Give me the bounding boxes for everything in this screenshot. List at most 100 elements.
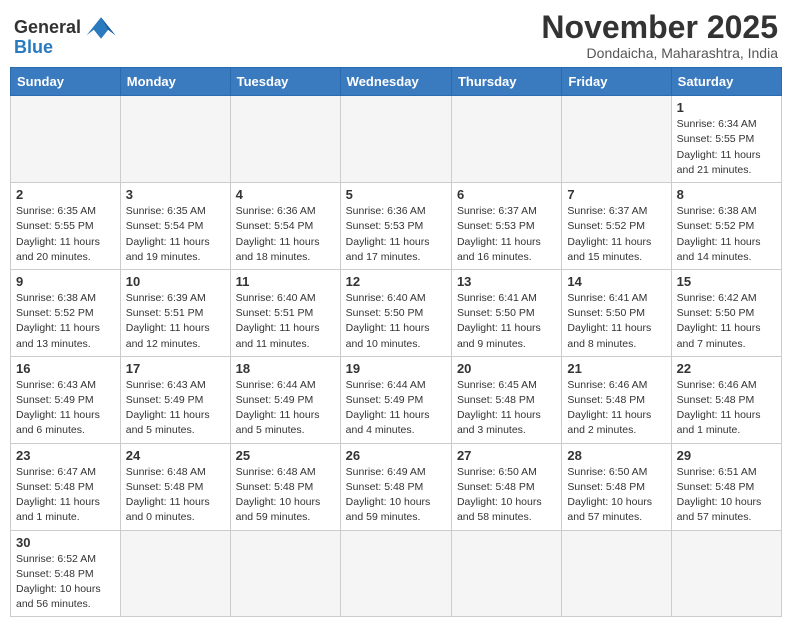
- day-number: 20: [457, 361, 556, 376]
- day-info: Sunrise: 6:36 AM Sunset: 5:54 PM Dayligh…: [236, 204, 335, 265]
- calendar-cell: [451, 530, 561, 617]
- day-number: 2: [16, 187, 115, 202]
- calendar-cell: 9 Sunrise: 6:38 AM Sunset: 5:52 PM Daylig…: [11, 269, 121, 356]
- day-info: Sunrise: 6:50 AM Sunset: 5:48 PM Dayligh…: [567, 465, 665, 526]
- day-info: Sunrise: 6:36 AM Sunset: 5:53 PM Dayligh…: [346, 204, 446, 265]
- day-number: 6: [457, 187, 556, 202]
- logo-bird-icon: [83, 10, 119, 46]
- calendar-cell: [671, 530, 781, 617]
- weekday-header-monday: Monday: [120, 68, 230, 96]
- day-info: Sunrise: 6:47 AM Sunset: 5:48 PM Dayligh…: [16, 465, 115, 526]
- calendar-cell: 12 Sunrise: 6:40 AM Sunset: 5:50 PM Dayli…: [340, 269, 451, 356]
- day-number: 5: [346, 187, 446, 202]
- logo-text: General: [14, 18, 81, 38]
- day-info: Sunrise: 6:44 AM Sunset: 5:49 PM Dayligh…: [346, 378, 446, 439]
- day-info: Sunrise: 6:40 AM Sunset: 5:50 PM Dayligh…: [346, 291, 446, 352]
- day-number: 9: [16, 274, 115, 289]
- day-info: Sunrise: 6:45 AM Sunset: 5:48 PM Dayligh…: [457, 378, 556, 439]
- calendar-cell: [230, 530, 340, 617]
- day-number: 25: [236, 448, 335, 463]
- weekday-header-saturday: Saturday: [671, 68, 781, 96]
- day-number: 16: [16, 361, 115, 376]
- calendar-cell: 23 Sunrise: 6:47 AM Sunset: 5:48 PM Dayli…: [11, 443, 121, 530]
- day-number: 26: [346, 448, 446, 463]
- calendar-cell: 1 Sunrise: 6:34 AM Sunset: 5:55 PM Daylig…: [671, 96, 781, 183]
- day-info: Sunrise: 6:38 AM Sunset: 5:52 PM Dayligh…: [16, 291, 115, 352]
- day-number: 23: [16, 448, 115, 463]
- day-number: 7: [567, 187, 665, 202]
- calendar-cell: [562, 96, 671, 183]
- calendar-cell: [562, 530, 671, 617]
- day-number: 13: [457, 274, 556, 289]
- calendar-cell: 28 Sunrise: 6:50 AM Sunset: 5:48 PM Dayli…: [562, 443, 671, 530]
- day-number: 14: [567, 274, 665, 289]
- weekday-header-thursday: Thursday: [451, 68, 561, 96]
- day-number: 12: [346, 274, 446, 289]
- calendar-cell: [340, 530, 451, 617]
- calendar-cell: 13Sunrise: 6:41 AM Sunset: 5:50 PM Dayli…: [451, 269, 561, 356]
- day-info: Sunrise: 6:43 AM Sunset: 5:49 PM Dayligh…: [126, 378, 225, 439]
- calendar-cell: [120, 96, 230, 183]
- calendar-cell: 6 Sunrise: 6:37 AM Sunset: 5:53 PM Daylig…: [451, 183, 561, 270]
- day-number: 21: [567, 361, 665, 376]
- weekday-header-sunday: Sunday: [11, 68, 121, 96]
- calendar-cell: 15 Sunrise: 6:42 AM Sunset: 5:50 PM Dayli…: [671, 269, 781, 356]
- day-info: Sunrise: 6:48 AM Sunset: 5:48 PM Dayligh…: [236, 465, 335, 526]
- day-info: Sunrise: 6:38 AM Sunset: 5:52 PM Dayligh…: [677, 204, 776, 265]
- day-number: 11: [236, 274, 335, 289]
- day-info: Sunrise: 6:34 AM Sunset: 5:55 PM Dayligh…: [677, 117, 776, 178]
- logo-blue-text: Blue: [14, 38, 53, 58]
- logo: General Blue: [14, 10, 119, 58]
- weekday-header-tuesday: Tuesday: [230, 68, 340, 96]
- page-header: General Blue November 2025 Dondaicha, Ma…: [10, 10, 782, 61]
- week-row-2: 2Sunrise: 6:35 AM Sunset: 5:55 PM Daylig…: [11, 183, 782, 270]
- calendar-cell: 10Sunrise: 6:39 AM Sunset: 5:51 PM Dayli…: [120, 269, 230, 356]
- calendar-cell: 29 Sunrise: 6:51 AM Sunset: 5:48 PM Dayli…: [671, 443, 781, 530]
- day-number: 8: [677, 187, 776, 202]
- calendar-cell: [120, 530, 230, 617]
- day-number: 17: [126, 361, 225, 376]
- day-info: Sunrise: 6:50 AM Sunset: 5:48 PM Dayligh…: [457, 465, 556, 526]
- day-number: 19: [346, 361, 446, 376]
- calendar-cell: [451, 96, 561, 183]
- day-number: 3: [126, 187, 225, 202]
- day-number: 29: [677, 448, 776, 463]
- day-number: 28: [567, 448, 665, 463]
- calendar-cell: 2Sunrise: 6:35 AM Sunset: 5:55 PM Daylig…: [11, 183, 121, 270]
- calendar-cell: 4 Sunrise: 6:36 AM Sunset: 5:54 PM Daylig…: [230, 183, 340, 270]
- day-info: Sunrise: 6:46 AM Sunset: 5:48 PM Dayligh…: [567, 378, 665, 439]
- location: Dondaicha, Maharashtra, India: [541, 45, 778, 61]
- day-number: 1: [677, 100, 776, 115]
- day-info: Sunrise: 6:49 AM Sunset: 5:48 PM Dayligh…: [346, 465, 446, 526]
- calendar-cell: [340, 96, 451, 183]
- day-info: Sunrise: 6:37 AM Sunset: 5:52 PM Dayligh…: [567, 204, 665, 265]
- day-number: 10: [126, 274, 225, 289]
- calendar-cell: 26 Sunrise: 6:49 AM Sunset: 5:48 PM Dayli…: [340, 443, 451, 530]
- day-info: Sunrise: 6:42 AM Sunset: 5:50 PM Dayligh…: [677, 291, 776, 352]
- calendar-cell: [11, 96, 121, 183]
- calendar-cell: 24Sunrise: 6:48 AM Sunset: 5:48 PM Dayli…: [120, 443, 230, 530]
- day-number: 15: [677, 274, 776, 289]
- day-number: 24: [126, 448, 225, 463]
- day-info: Sunrise: 6:51 AM Sunset: 5:48 PM Dayligh…: [677, 465, 776, 526]
- day-number: 27: [457, 448, 556, 463]
- calendar-cell: 20 Sunrise: 6:45 AM Sunset: 5:48 PM Dayli…: [451, 356, 561, 443]
- day-info: Sunrise: 6:46 AM Sunset: 5:48 PM Dayligh…: [677, 378, 776, 439]
- day-number: 4: [236, 187, 335, 202]
- title-section: November 2025 Dondaicha, Maharashtra, In…: [541, 10, 778, 61]
- calendar-cell: 11Sunrise: 6:40 AM Sunset: 5:51 PM Dayli…: [230, 269, 340, 356]
- day-info: Sunrise: 6:52 AM Sunset: 5:48 PM Dayligh…: [16, 552, 115, 613]
- weekday-header-friday: Friday: [562, 68, 671, 96]
- day-number: 22: [677, 361, 776, 376]
- calendar-cell: 16Sunrise: 6:43 AM Sunset: 5:49 PM Dayli…: [11, 356, 121, 443]
- weekday-header-row: SundayMondayTuesdayWednesdayThursdayFrid…: [11, 68, 782, 96]
- calendar-table: SundayMondayTuesdayWednesdayThursdayFrid…: [10, 67, 782, 617]
- calendar-cell: 30 Sunrise: 6:52 AM Sunset: 5:48 PM Dayli…: [11, 530, 121, 617]
- calendar-cell: 14Sunrise: 6:41 AM Sunset: 5:50 PM Dayli…: [562, 269, 671, 356]
- calendar-cell: 7 Sunrise: 6:37 AM Sunset: 5:52 PM Daylig…: [562, 183, 671, 270]
- calendar-cell: 5 Sunrise: 6:36 AM Sunset: 5:53 PM Daylig…: [340, 183, 451, 270]
- day-info: Sunrise: 6:37 AM Sunset: 5:53 PM Dayligh…: [457, 204, 556, 265]
- calendar-cell: 18Sunrise: 6:44 AM Sunset: 5:49 PM Dayli…: [230, 356, 340, 443]
- day-number: 30: [16, 535, 115, 550]
- calendar-cell: 27 Sunrise: 6:50 AM Sunset: 5:48 PM Dayli…: [451, 443, 561, 530]
